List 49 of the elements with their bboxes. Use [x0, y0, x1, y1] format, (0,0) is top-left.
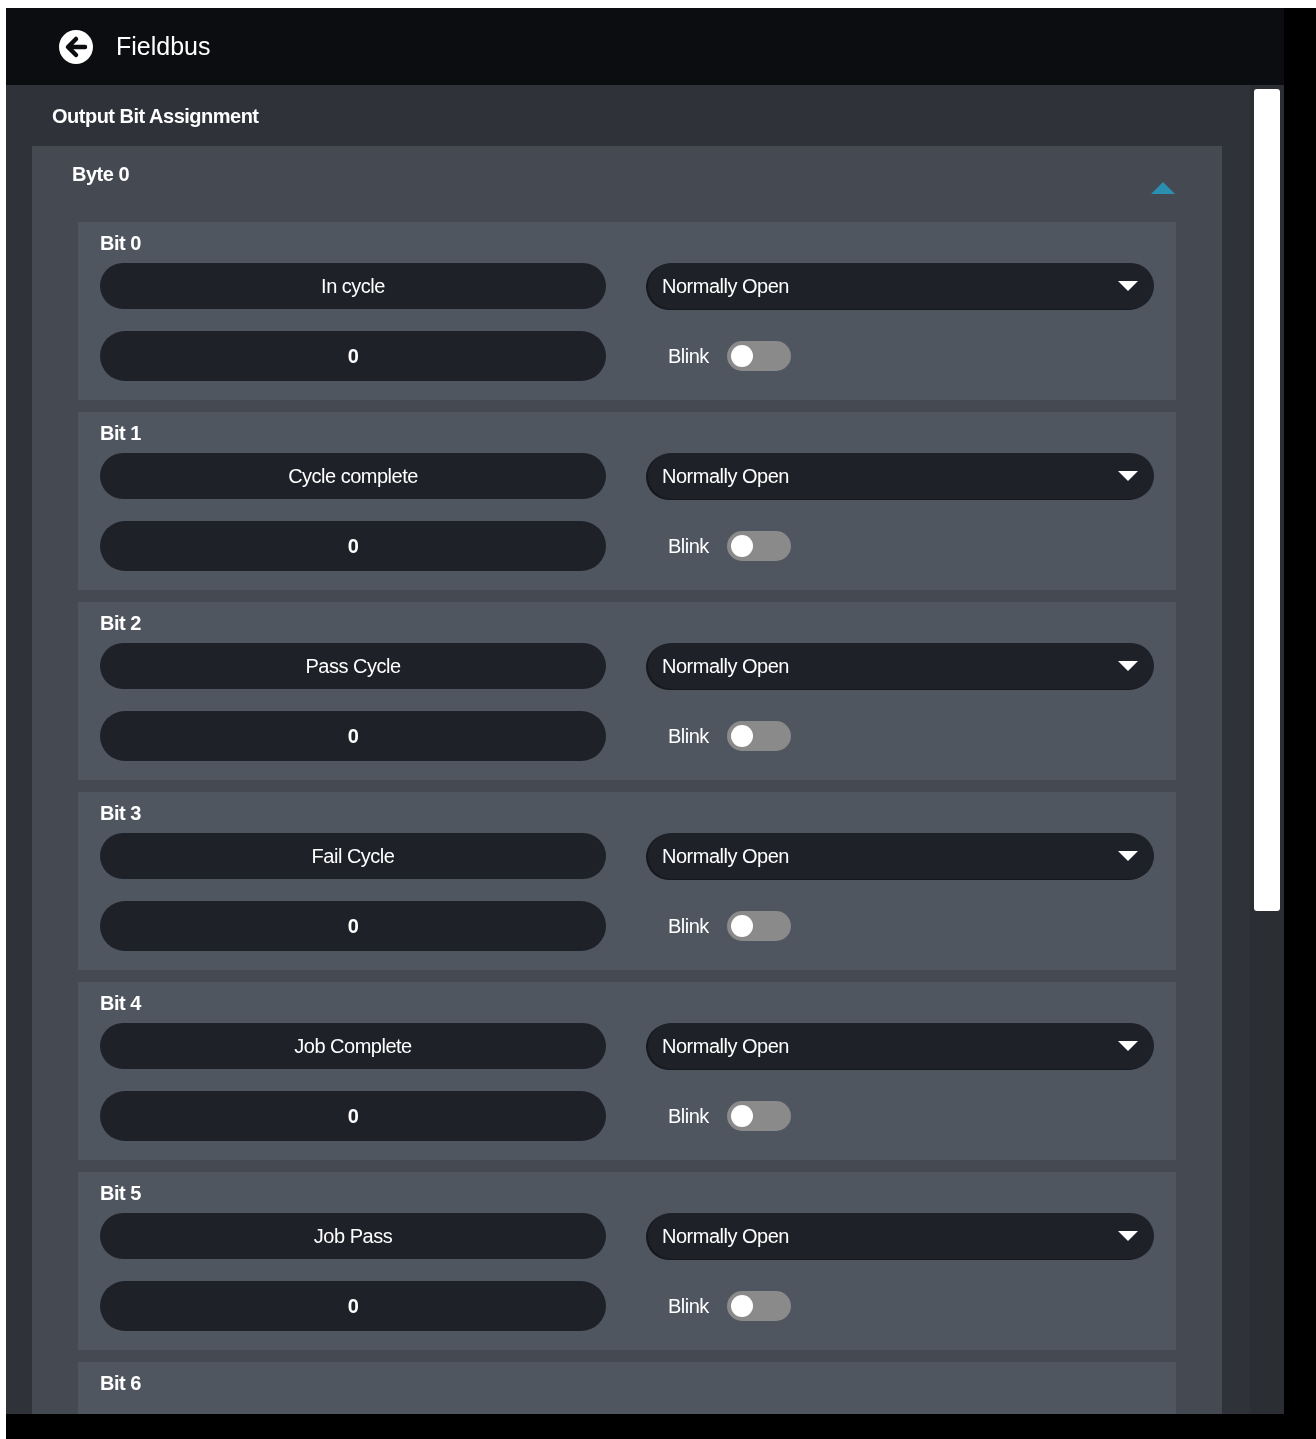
- section-title: Output Bit Assignment: [51, 104, 260, 129]
- bit-title: Bit 4: [100, 992, 143, 1015]
- mode-dropdown[interactable]: Normally Open: [648, 643, 1154, 689]
- page-title: Fieldbus: [116, 32, 211, 61]
- blink-toggle[interactable]: [726, 341, 791, 371]
- mode-dropdown[interactable]: Normally Open: [648, 1023, 1154, 1069]
- blink-label: Blink: [668, 724, 709, 748]
- value-field[interactable]: 0: [100, 1281, 606, 1331]
- bit-title: Bit 1: [100, 422, 142, 445]
- value-field[interactable]: 0: [100, 711, 606, 761]
- blink-label: Blink: [668, 1104, 709, 1128]
- mode-dropdown[interactable]: Normally Open: [648, 263, 1154, 309]
- value-field[interactable]: 0: [100, 331, 606, 381]
- caret-icon: [1118, 1231, 1138, 1241]
- caret-icon: [1118, 851, 1138, 861]
- bit-title: Bit 3: [100, 802, 142, 825]
- blink-label: Blink: [668, 344, 709, 368]
- caret-icon: [1118, 1041, 1138, 1051]
- function-field[interactable]: Pass Cycle: [100, 643, 606, 689]
- blink-toggle[interactable]: [726, 531, 791, 561]
- value-field[interactable]: 0: [100, 1091, 606, 1141]
- bit-title: Bit 2: [100, 612, 142, 635]
- bit-title: Bit 5: [100, 1182, 142, 1205]
- function-field[interactable]: Job Complete: [100, 1023, 606, 1069]
- blink-label: Blink: [668, 914, 709, 938]
- blink-toggle[interactable]: [726, 911, 791, 941]
- blink-toggle[interactable]: [726, 1291, 791, 1321]
- caret-icon: [1118, 661, 1138, 671]
- value-field[interactable]: 0: [100, 521, 606, 571]
- function-field[interactable]: In cycle: [100, 263, 606, 309]
- scrollbar[interactable]: [1250, 85, 1284, 1414]
- function-field[interactable]: Cycle complete: [100, 453, 606, 499]
- blink-label: Blink: [668, 1294, 709, 1318]
- blink-label: Blink: [668, 534, 709, 558]
- blink-toggle[interactable]: [726, 721, 791, 751]
- blink-toggle[interactable]: [726, 1101, 791, 1131]
- bit-title: Bit 6: [100, 1372, 142, 1395]
- byte-title: Byte 0: [72, 162, 130, 186]
- bit-title: Bit 0: [100, 232, 142, 255]
- back-icon[interactable]: [58, 28, 94, 65]
- mode-dropdown[interactable]: Normally Open: [648, 1213, 1154, 1259]
- mode-dropdown[interactable]: Normally Open: [648, 833, 1154, 879]
- caret-icon: [1118, 471, 1138, 481]
- function-field[interactable]: Job Pass: [100, 1213, 606, 1259]
- mode-dropdown[interactable]: Normally Open: [648, 453, 1154, 499]
- byte-header[interactable]: Byte 0: [52, 146, 1208, 222]
- caret-icon: [1118, 281, 1138, 291]
- function-field[interactable]: Fail Cycle: [100, 833, 606, 879]
- value-field[interactable]: 0: [100, 901, 606, 951]
